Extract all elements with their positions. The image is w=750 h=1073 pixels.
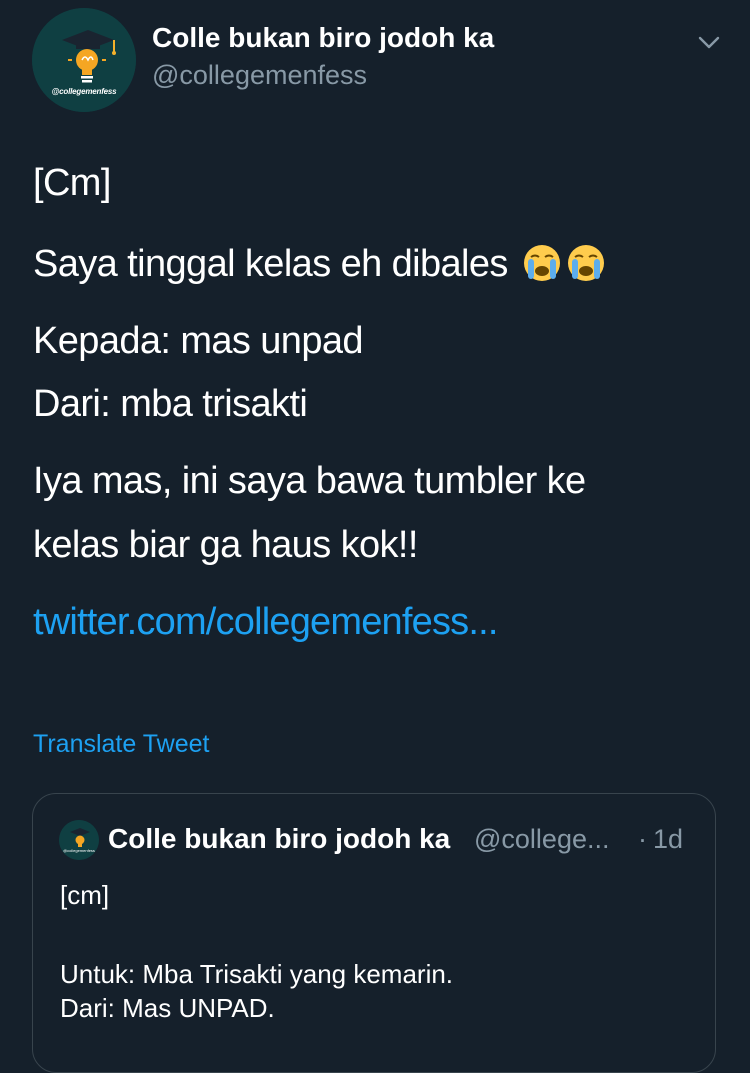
tweet-text-line: Saya tinggal kelas eh dibales [33, 243, 508, 285]
lightbulb-graduation-logo-icon [32, 8, 136, 112]
tweet-text-line: [Cm] [33, 162, 111, 204]
crying-face-emoji-icon [523, 245, 560, 281]
chevron-down-icon[interactable] [696, 30, 722, 56]
translate-tweet-link[interactable]: Translate Tweet [33, 730, 209, 759]
display-name[interactable]: Colle bukan biro jodoh ka [152, 22, 494, 54]
separator-dot: · [638, 824, 647, 854]
lightbulb-graduation-logo-icon [59, 820, 99, 860]
tweet[interactable]: @collegemenfess Colle bukan biro jodoh k… [0, 0, 750, 1073]
avatar-label: @collegemenfess [51, 87, 117, 96]
quoted-avatar[interactable]: @collegemenfess [59, 820, 99, 860]
tweet-link[interactable]: twitter.com/collegemenfess... [33, 601, 498, 644]
tweet-text-line-with-emoji: Saya tinggal kelas eh dibales [33, 243, 606, 286]
quoted-text-line: [cm] [60, 880, 110, 910]
quoted-text-line: Dari: Mas UNPAD. [60, 993, 275, 1023]
tweet-text-line: Kepada: mas unpad [33, 320, 364, 362]
quoted-display-name: Colle bukan biro jodoh ka [108, 823, 451, 854]
quoted-timestamp: 1d [653, 824, 684, 854]
tweet-text-line: Dari: mba trisakti [33, 383, 308, 425]
tweet-text-line: Iya mas, ini saya bawa tumbler ke [33, 460, 586, 502]
crying-face-emoji-icon [567, 245, 604, 281]
quoted-handle: @college... [474, 824, 610, 854]
handle[interactable]: @collegemenfess [152, 60, 367, 91]
quoted-avatar-label: @collegemenfess [63, 848, 95, 853]
avatar[interactable]: @collegemenfess [32, 8, 136, 112]
quoted-tweet-card[interactable]: @collegemenfess Colle bukan biro jodoh k… [32, 793, 716, 1073]
tweet-text-line: kelas biar ga haus kok!! [33, 524, 418, 566]
quoted-text-line: Untuk: Mba Trisakti yang kemarin. [60, 959, 454, 989]
